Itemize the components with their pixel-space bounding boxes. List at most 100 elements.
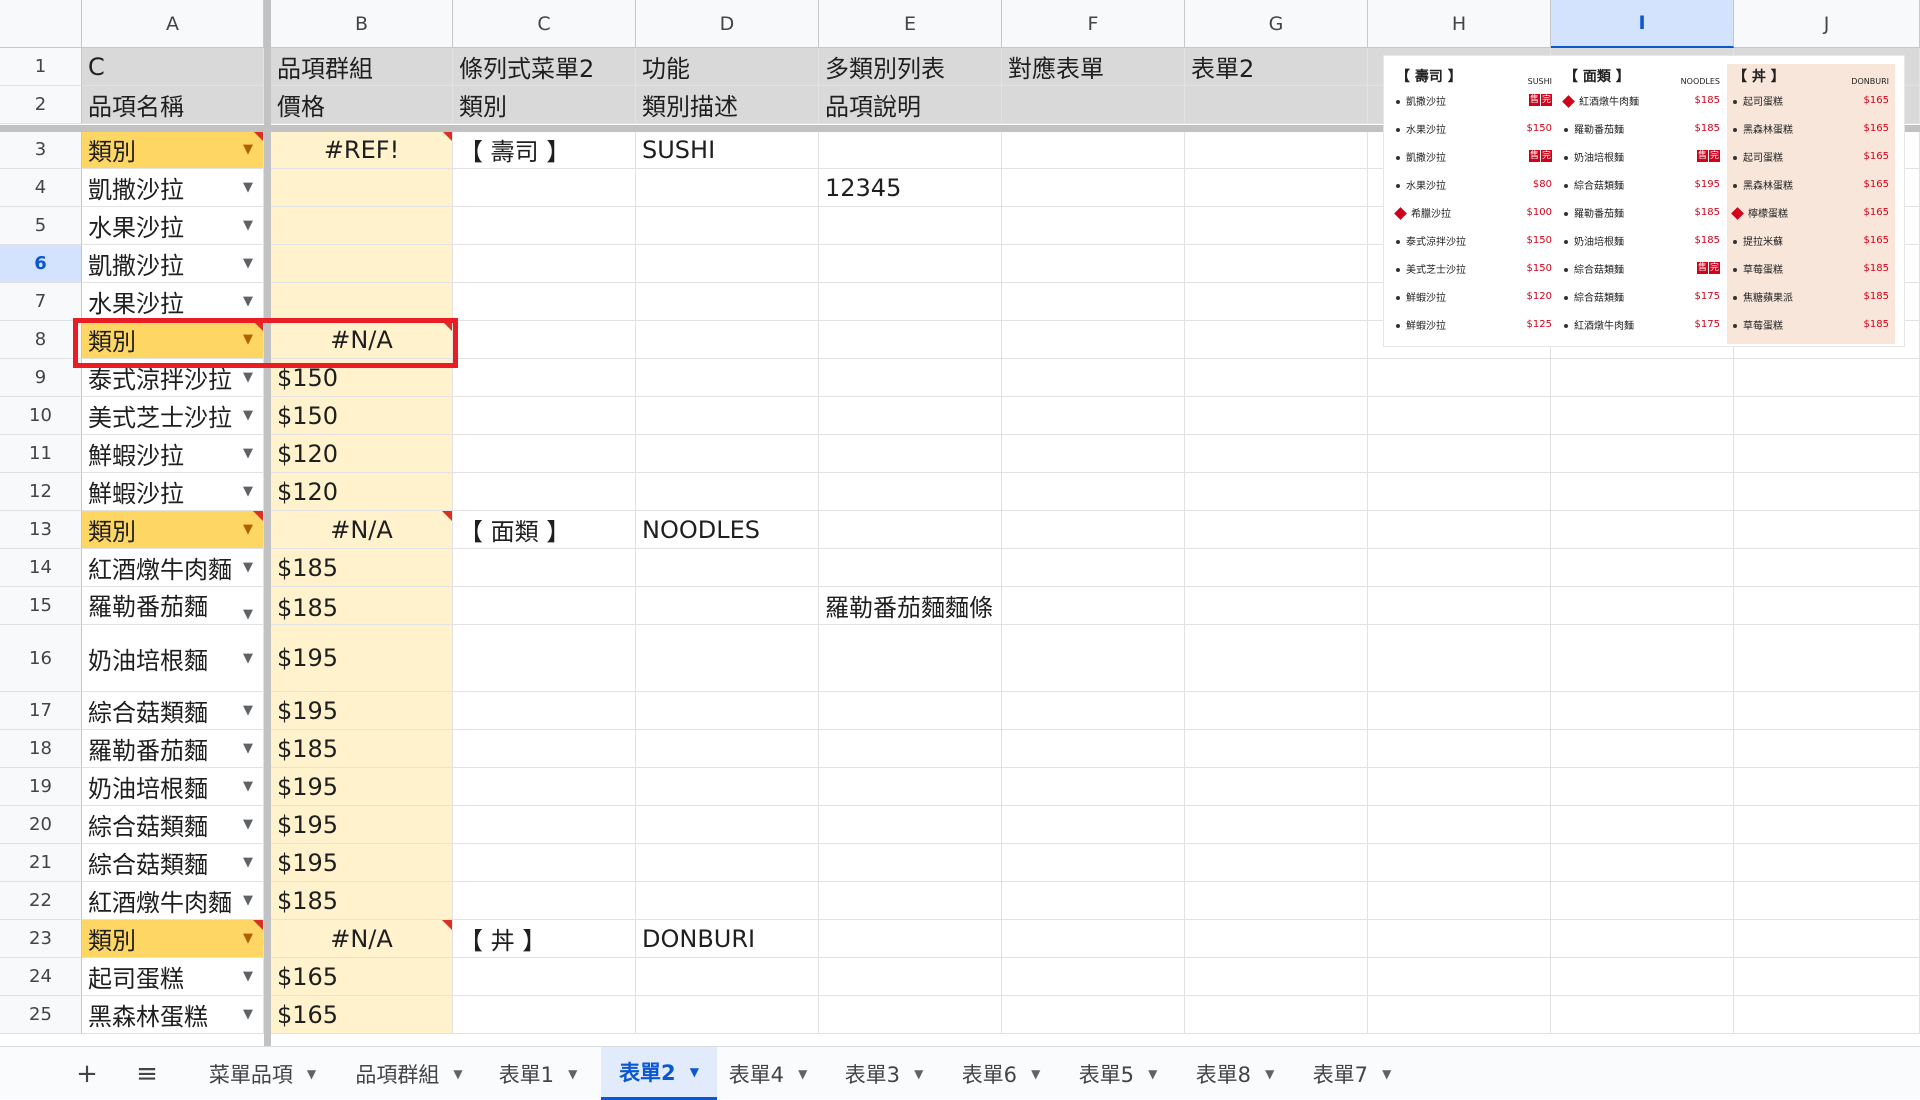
cell-a10[interactable]: 美式芝士沙拉 ▼ (82, 397, 264, 435)
chevron-down-icon[interactable]: ▼ (243, 1007, 253, 1022)
cell-c19[interactable] (453, 768, 636, 806)
cell-c15[interactable] (453, 587, 636, 625)
cell-i11[interactable] (1551, 435, 1734, 473)
chevron-down-icon[interactable]: ▼ (243, 855, 253, 870)
cell-j16[interactable] (1734, 625, 1920, 692)
row-header-24[interactable]: 24 (0, 958, 82, 996)
cell-j23[interactable] (1734, 920, 1920, 958)
cell-d20[interactable] (636, 806, 819, 844)
column-header-c[interactable]: C (453, 0, 636, 48)
frozen-column-divider[interactable] (264, 0, 271, 1046)
row-header-23[interactable]: 23 (0, 920, 82, 958)
cell-a21[interactable]: 綜合菇類麵 ▼ (82, 844, 264, 882)
row-header-19[interactable]: 19 (0, 768, 82, 806)
chevron-down-icon[interactable]: ▼ (243, 256, 253, 271)
chevron-down-icon[interactable]: ▼ (243, 703, 253, 718)
cell-b11[interactable]: $120 (271, 435, 453, 473)
cell-f2[interactable] (1002, 86, 1185, 124)
cell-a6[interactable]: 凱撒沙拉 ▼ (82, 245, 264, 283)
embedded-menu-image[interactable]: 【 壽司 】 SUSHI 凱撒沙拉售完水果沙拉 $150 凱撒沙拉售完水果沙拉 $80 希臘… (1384, 56, 1904, 346)
chevron-down-icon[interactable]: ▼ (243, 741, 253, 756)
chevron-down-icon[interactable]: ▼ (243, 607, 253, 622)
cell-j9[interactable] (1734, 359, 1920, 397)
cell-f16[interactable] (1002, 625, 1185, 692)
cell-e23[interactable] (819, 920, 1002, 958)
cell-e20[interactable] (819, 806, 1002, 844)
cell-f18[interactable] (1002, 730, 1185, 768)
cell-i24[interactable] (1551, 958, 1734, 996)
cell-g1[interactable]: 表單2 (1185, 48, 1368, 86)
cell-c12[interactable] (453, 473, 636, 511)
cell-g8[interactable] (1185, 321, 1368, 359)
sheet-tab-9[interactable]: 表單8 ▼ (1183, 1047, 1287, 1100)
cell-c16[interactable] (453, 625, 636, 692)
cell-f20[interactable] (1002, 806, 1185, 844)
cell-a20[interactable]: 綜合菇類麵 ▼ (82, 806, 264, 844)
cell-e13[interactable] (819, 511, 1002, 549)
chevron-down-icon[interactable]: ▼ (798, 1067, 807, 1081)
cell-i9[interactable] (1551, 359, 1734, 397)
cell-a17[interactable]: 綜合菇類麵 ▼ (82, 692, 264, 730)
cell-b25[interactable]: $165 (271, 996, 453, 1034)
chevron-down-icon[interactable]: ▼ (1148, 1067, 1157, 1081)
row-header-18[interactable]: 18 (0, 730, 82, 768)
cell-c14[interactable] (453, 549, 636, 587)
cell-f24[interactable] (1002, 958, 1185, 996)
cell-e17[interactable] (819, 692, 1002, 730)
sheet-tab-6[interactable]: 表單3 ▼ (832, 1047, 936, 1100)
cell-c18[interactable] (453, 730, 636, 768)
cell-c24[interactable] (453, 958, 636, 996)
cell-e4[interactable]: 12345 (819, 169, 1002, 207)
cell-h11[interactable] (1368, 435, 1551, 473)
chevron-down-icon[interactable]: ▼ (307, 1067, 316, 1081)
sheet-tab-2[interactable]: 品項群組 ▼ (342, 1047, 476, 1100)
cell-b6[interactable] (271, 245, 453, 283)
cell-b22[interactable]: $185 (271, 882, 453, 920)
add-sheet-icon[interactable]: + (72, 1059, 102, 1089)
cell-e10[interactable] (819, 397, 1002, 435)
cell-h24[interactable] (1368, 958, 1551, 996)
cell-c21[interactable] (453, 844, 636, 882)
cell-b15[interactable]: $185 (271, 587, 453, 625)
row-header-2[interactable]: 2 (0, 86, 82, 124)
row-header-22[interactable]: 22 (0, 882, 82, 920)
cell-d21[interactable] (636, 844, 819, 882)
cell-c5[interactable] (453, 207, 636, 245)
cell-f21[interactable] (1002, 844, 1185, 882)
all-sheets-list-icon[interactable]: ≡ (132, 1059, 162, 1089)
cell-b20[interactable]: $195 (271, 806, 453, 844)
cell-d2[interactable]: 類別描述 (636, 86, 819, 124)
cell-g9[interactable] (1185, 359, 1368, 397)
cell-f17[interactable] (1002, 692, 1185, 730)
sheet-tab-8[interactable]: 表單5 ▼ (1066, 1047, 1170, 1100)
cell-i14[interactable] (1551, 549, 1734, 587)
cell-d23[interactable]: DONBURI (636, 920, 819, 958)
cell-h16[interactable] (1368, 625, 1551, 692)
column-header-e[interactable]: E (819, 0, 1002, 48)
chevron-down-icon[interactable]: ▼ (243, 817, 253, 832)
cell-c10[interactable] (453, 397, 636, 435)
chevron-down-icon[interactable]: ▼ (243, 408, 253, 423)
cell-e14[interactable] (819, 549, 1002, 587)
cell-d3[interactable]: SUSHI (636, 131, 819, 169)
cell-g21[interactable] (1185, 844, 1368, 882)
cell-h10[interactable] (1368, 397, 1551, 435)
cell-g5[interactable] (1185, 207, 1368, 245)
column-header-b[interactable]: B (271, 0, 453, 48)
chevron-down-icon[interactable]: ▼ (243, 218, 253, 233)
cell-c8[interactable] (453, 321, 636, 359)
cell-i12[interactable] (1551, 473, 1734, 511)
chevron-down-icon[interactable]: ▼ (243, 779, 253, 794)
chevron-down-icon[interactable]: ▼ (568, 1067, 577, 1081)
cell-c17[interactable] (453, 692, 636, 730)
cell-i18[interactable] (1551, 730, 1734, 768)
cell-j19[interactable] (1734, 768, 1920, 806)
chevron-down-icon[interactable]: ▼ (243, 370, 253, 385)
cell-d8[interactable] (636, 321, 819, 359)
cell-h23[interactable] (1368, 920, 1551, 958)
cell-g24[interactable] (1185, 958, 1368, 996)
cell-f5[interactable] (1002, 207, 1185, 245)
column-header-i[interactable]: I (1551, 0, 1734, 48)
cell-g14[interactable] (1185, 549, 1368, 587)
cell-d15[interactable] (636, 587, 819, 625)
